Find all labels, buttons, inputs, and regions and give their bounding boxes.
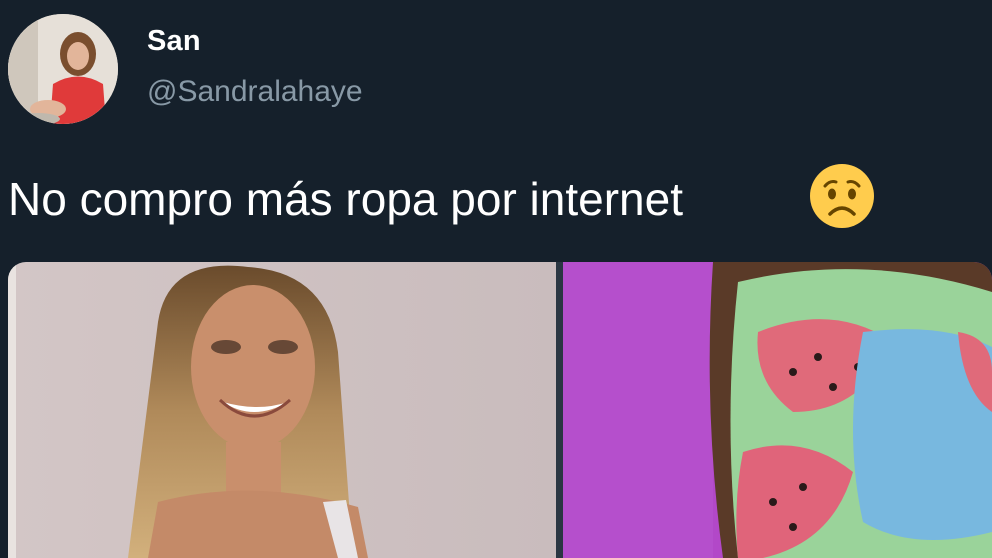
photo-watermelon-print-clothing[interactable] — [563, 262, 992, 558]
tweet-media[interactable] — [8, 262, 992, 558]
avatar[interactable] — [8, 14, 118, 124]
worried-face-emoji-icon — [810, 164, 874, 228]
photo-woman-smiling-image — [8, 262, 556, 558]
tweet-card: San @Sandralahaye No compro más ropa por… — [0, 0, 992, 558]
photo-woman-smiling[interactable] — [8, 262, 556, 558]
tweet-text: No compro más ropa por internet — [8, 173, 683, 225]
display-name[interactable]: San — [147, 25, 201, 58]
photo-watermelon-print-clothing-image — [563, 262, 992, 558]
profile-photo-image — [8, 14, 118, 124]
user-handle[interactable]: @Sandralahaye — [147, 75, 363, 109]
